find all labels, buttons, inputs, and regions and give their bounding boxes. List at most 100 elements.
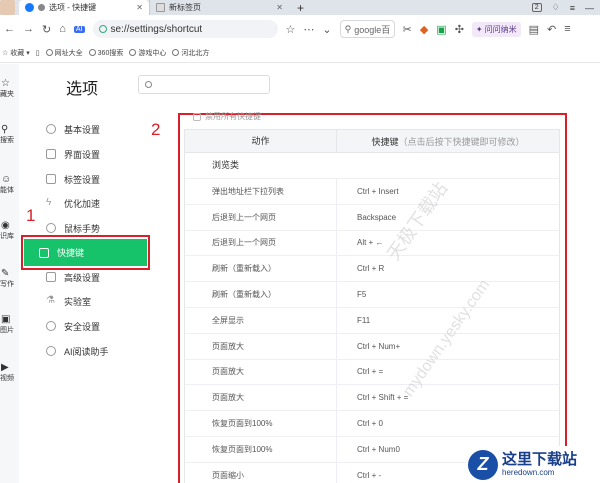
row-shortcut-key[interactable]: Ctrl + Num+ bbox=[337, 342, 400, 351]
table-row: 页面放大 Ctrl + Shift + = bbox=[184, 384, 560, 411]
row-shortcut-key[interactable]: Ctrl + - bbox=[337, 471, 381, 480]
rail-label: 藏夹 bbox=[0, 91, 14, 98]
rail-label: 搜索 bbox=[0, 137, 14, 144]
tab-label: 选项 - 快捷键 bbox=[49, 3, 97, 12]
sparkle-icon: ✦ bbox=[475, 24, 483, 34]
pen-icon: ✎ bbox=[1, 268, 10, 279]
rail-search[interactable]: ⚲ 搜索 bbox=[0, 124, 19, 145]
home-icon[interactable]: ⌂ bbox=[59, 23, 66, 35]
rail-agent[interactable]: ☺ 能体 bbox=[0, 174, 19, 195]
bookmark-mobile[interactable]: ▯ bbox=[36, 49, 40, 57]
rail-label: 视频 bbox=[0, 375, 14, 382]
nav-interface-settings[interactable]: 界面设置 bbox=[46, 145, 146, 163]
row-shortcut-key[interactable]: Ctrl + Insert bbox=[337, 187, 399, 196]
tab-bar: 选项 - 快捷键 ✕ 新标签页 ✕ + 2 ♢ ≡ — bbox=[0, 0, 600, 15]
row-shortcut-key[interactable]: Ctrl + 0 bbox=[337, 419, 383, 428]
star-icon: ☆ bbox=[1, 78, 10, 89]
row-shortcut-key[interactable]: Ctrl + R bbox=[337, 264, 384, 273]
row-shortcut-key[interactable]: Alt + ← bbox=[337, 238, 383, 247]
bookmark-item[interactable]: 河北北方 bbox=[172, 48, 209, 58]
refresh-icon[interactable]: ↻ bbox=[42, 23, 51, 36]
nav-advanced-settings[interactable]: 高级设置 bbox=[46, 268, 146, 286]
address-bar: ← → ↻ ⌂ AI se://settings/shortcut ☆ ⋯ ⌄ … bbox=[0, 15, 600, 43]
extensions-icon[interactable]: ✣ bbox=[455, 23, 464, 36]
shield-icon bbox=[46, 321, 56, 331]
undo-icon[interactable]: ↶ bbox=[547, 23, 556, 36]
rail-label: 图片 bbox=[0, 327, 14, 334]
row-action: 弹出地址栏下拉列表 bbox=[185, 179, 337, 204]
book-icon: ◉ bbox=[1, 220, 10, 231]
new-tab-button[interactable]: + bbox=[297, 1, 304, 15]
tab-new-tab[interactable]: 新标签页 ✕ bbox=[149, 0, 289, 15]
wechat-icon[interactable]: ▣ bbox=[436, 23, 446, 36]
game-icon[interactable]: ◆ bbox=[420, 23, 428, 36]
section-title: 浏览类 bbox=[184, 153, 560, 178]
rail-knowledge[interactable]: ◉ 识库 bbox=[0, 220, 19, 241]
nav-basic-settings[interactable]: 基本设置 bbox=[46, 120, 146, 138]
row-shortcut-key[interactable]: F5 bbox=[337, 290, 366, 299]
rail-favorites[interactable]: ☆ 藏夹 bbox=[0, 78, 19, 99]
tab-label: 新标签页 bbox=[169, 3, 201, 12]
ai-assistant-button[interactable]: ✦ 问问纳米 bbox=[471, 21, 521, 37]
chevron-down-icon[interactable]: ⌄ bbox=[322, 23, 331, 36]
layout-icon bbox=[46, 149, 56, 159]
rail-writing[interactable]: ✎ 写作 bbox=[0, 268, 19, 289]
settings-search-input[interactable] bbox=[138, 75, 270, 94]
rail-image[interactable]: ▣ 图片 bbox=[0, 314, 19, 335]
checkbox[interactable] bbox=[193, 112, 201, 121]
bookmark-item[interactable]: 网址大全 bbox=[45, 48, 83, 58]
scissors-icon[interactable]: ✂ bbox=[403, 23, 412, 36]
star-icon[interactable]: ☆ bbox=[286, 23, 296, 36]
nav-optimize[interactable]: ϟ 优化加速 bbox=[46, 194, 146, 212]
rail-video[interactable]: ▶ 视频 bbox=[0, 362, 19, 383]
page-icon bbox=[156, 3, 165, 12]
profile-avatar[interactable] bbox=[0, 0, 15, 15]
table-row: 页面放大 Ctrl + Num+ bbox=[184, 332, 560, 359]
close-icon[interactable]: ✕ bbox=[136, 3, 143, 12]
tab-settings-shortcut[interactable]: 选项 - 快捷键 ✕ bbox=[19, 0, 149, 15]
header-key-label: 快捷键 bbox=[371, 136, 399, 147]
screen-icon[interactable]: ▤ bbox=[529, 23, 539, 36]
bookmark-item[interactable]: 360搜索 bbox=[88, 48, 123, 58]
ai-logo-icon[interactable]: AI bbox=[73, 25, 85, 33]
nav-tab-settings[interactable]: 标签设置 bbox=[46, 170, 146, 188]
row-action: 页面放大 bbox=[185, 359, 337, 385]
globe-icon bbox=[172, 49, 180, 56]
flask-icon: ⚗ bbox=[46, 295, 55, 306]
ai-assistant-label: 问问纳米 bbox=[484, 24, 517, 34]
url-field[interactable]: se://settings/shortcut bbox=[92, 20, 278, 38]
tag-icon bbox=[46, 174, 56, 184]
bookmark-item[interactable]: 游戏中心 bbox=[129, 48, 166, 58]
nav-security[interactable]: 安全设置 bbox=[46, 317, 146, 335]
row-shortcut-key[interactable]: Ctrl + Shift + = bbox=[337, 393, 408, 402]
nav-lab[interactable]: ⚗ 实验室 bbox=[46, 292, 146, 310]
nav-ai-reader[interactable]: AI阅读助手 bbox=[46, 342, 146, 360]
minimize-icon[interactable]: — bbox=[585, 3, 594, 13]
close-icon[interactable]: ✕ bbox=[276, 3, 283, 12]
bolt-icon: ϟ bbox=[46, 197, 52, 208]
row-action: 全屏显示 bbox=[185, 307, 337, 333]
back-icon[interactable]: ← bbox=[4, 23, 15, 35]
row-action: 后退到上一个网页 bbox=[185, 204, 337, 230]
shirt-icon[interactable]: ♢ bbox=[552, 2, 560, 13]
search-input[interactable]: ⚲ google百 bbox=[339, 20, 395, 38]
header-hint: （点击后按下快捷键即可修改） bbox=[398, 136, 525, 147]
menu-icon[interactable]: ≡ bbox=[570, 3, 575, 13]
row-shortcut-key[interactable]: Ctrl + Num0 bbox=[337, 445, 400, 454]
annotation-number-2: 2 bbox=[151, 120, 161, 139]
table-row: 全屏显示 F11 bbox=[184, 306, 560, 333]
bookmark-favorites[interactable]: ☆ 收藏 ▾ bbox=[2, 48, 30, 58]
row-shortcut-key[interactable]: Backspace bbox=[337, 213, 396, 222]
forward-icon[interactable]: → bbox=[23, 23, 34, 35]
rail-label: 写作 bbox=[0, 281, 14, 288]
row-shortcut-key[interactable]: Ctrl + = bbox=[337, 367, 383, 376]
disable-all-shortcuts[interactable]: 禁用所有快捷键 bbox=[193, 111, 261, 122]
table-header: 动作 快捷键（点击后按下快捷键即可修改） bbox=[184, 129, 560, 153]
annotation-number-1: 1 bbox=[26, 206, 36, 225]
ai-icon bbox=[46, 346, 56, 356]
table-row: 刷新（重新载入） Ctrl + R bbox=[184, 255, 560, 282]
row-shortcut-key[interactable]: F11 bbox=[337, 316, 370, 325]
menu-icon[interactable]: ≡ bbox=[564, 23, 570, 35]
tab-count-badge[interactable]: 2 bbox=[531, 3, 542, 12]
more-icon[interactable]: ⋯ bbox=[303, 23, 314, 36]
